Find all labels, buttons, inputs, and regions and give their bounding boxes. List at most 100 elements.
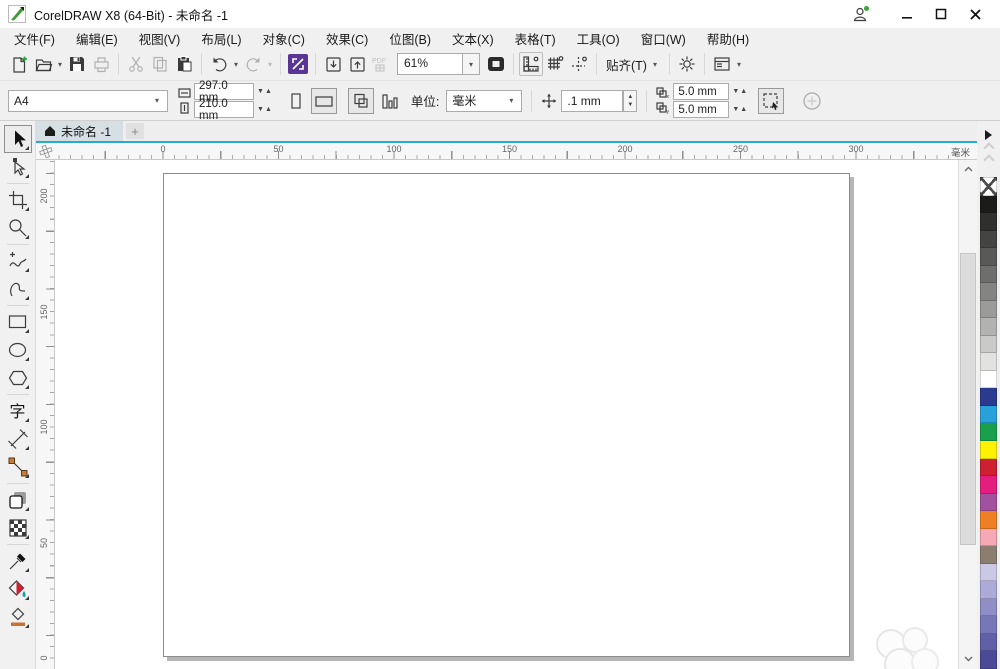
- menu-item-effects[interactable]: 效果(C): [326, 29, 368, 48]
- vertical-ruler[interactable]: 200 150 100 50 0: [36, 160, 55, 669]
- new-tab-button[interactable]: +: [126, 123, 145, 139]
- duplicate-y-spinner[interactable]: ▼ ▲: [729, 106, 750, 113]
- palette-swatch-f6a8b5[interactable]: [980, 528, 997, 547]
- page-height-spinner[interactable]: ▼ ▲: [254, 106, 275, 113]
- palette-swatch-605fa7[interactable]: [980, 633, 997, 652]
- portrait-button[interactable]: [283, 88, 309, 114]
- new-document-icon[interactable]: [7, 52, 31, 76]
- palette-swatch-ef7f23[interactable]: [980, 511, 997, 529]
- menu-item-view[interactable]: 视图(V): [139, 29, 181, 48]
- page-size-preset-combo[interactable]: A4 ▾: [8, 89, 168, 112]
- scrollbar-thumb[interactable]: [960, 253, 976, 545]
- copy-icon[interactable]: [148, 52, 172, 76]
- freehand-tool-icon[interactable]: [4, 247, 32, 275]
- palette-scroll-up-icon[interactable]: [982, 142, 995, 154]
- units-combo[interactable]: 毫米 ▾: [446, 89, 523, 112]
- duplicate-x-field[interactable]: 5.0 mm: [673, 83, 730, 100]
- maximize-button[interactable]: [924, 2, 958, 26]
- menu-item-table[interactable]: 表格(T): [515, 29, 556, 48]
- publish-pdf-icon[interactable]: PDF: [369, 52, 393, 76]
- show-grid-icon[interactable]: [543, 52, 567, 76]
- polygon-tool-icon[interactable]: [4, 364, 32, 392]
- palette-swatch-none[interactable]: [980, 177, 997, 196]
- menu-item-file[interactable]: 文件(F): [14, 29, 55, 48]
- parallel-dimension-tool-icon[interactable]: [4, 425, 32, 453]
- palette-swatch-848483[interactable]: [980, 283, 997, 301]
- palette-swatch-b2b2b1[interactable]: [980, 318, 997, 336]
- all-pages-button[interactable]: [347, 87, 374, 114]
- vertical-scrollbar[interactable]: [958, 160, 977, 669]
- palette-scroll-up2-icon[interactable]: [982, 154, 995, 166]
- nudge-distance-field[interactable]: .1 mm: [561, 89, 624, 112]
- treat-as-filled-button[interactable]: [758, 87, 785, 114]
- connector-tool-icon[interactable]: [4, 453, 32, 481]
- options-gear-icon[interactable]: [675, 52, 699, 76]
- palette-swatch-cbc8e6[interactable]: [980, 563, 997, 582]
- page-a4[interactable]: [163, 173, 850, 657]
- open-icon[interactable]: [31, 52, 55, 76]
- palette-swatch-6e6e6d[interactable]: [980, 265, 997, 284]
- menu-item-object[interactable]: 对象(C): [263, 29, 305, 48]
- palette-swatch-a2519e[interactable]: [980, 493, 997, 512]
- palette-swatch-4c4a98[interactable]: [980, 651, 997, 669]
- menu-item-window[interactable]: 窗口(W): [641, 29, 686, 48]
- nudge-spinner[interactable]: ▲ ▼: [623, 89, 638, 112]
- palette-swatch-8f8ec7[interactable]: [980, 598, 997, 617]
- drop-shadow-tool-icon[interactable]: [4, 486, 32, 514]
- page-height-field[interactable]: 210.0 mm: [194, 98, 254, 122]
- ruler-origin-icon[interactable]: [36, 143, 55, 159]
- palette-swatch-e2e2e1[interactable]: [980, 353, 997, 371]
- drawing-canvas[interactable]: [55, 160, 958, 669]
- print-icon[interactable]: [89, 52, 113, 76]
- zoom-tool-icon[interactable]: [4, 214, 32, 242]
- open-dropdown[interactable]: ▾: [55, 60, 65, 69]
- palette-swatch-acaad8[interactable]: [980, 581, 997, 599]
- save-icon[interactable]: [65, 52, 89, 76]
- palette-swatch-2b3a8f[interactable]: [980, 388, 997, 406]
- rectangle-tool-icon[interactable]: [4, 308, 32, 336]
- shape-tool-icon[interactable]: [4, 153, 32, 181]
- transparency-tool-icon[interactable]: [4, 514, 32, 542]
- minimize-button[interactable]: [890, 2, 924, 26]
- menu-item-help[interactable]: 帮助(H): [707, 29, 749, 48]
- zoom-level-dropdown[interactable]: ▾: [463, 53, 480, 75]
- palette-swatch-8b7e6f[interactable]: [980, 546, 997, 564]
- palette-swatch-7776b7[interactable]: [980, 616, 997, 634]
- close-button[interactable]: [958, 2, 992, 26]
- redo-dropdown[interactable]: ▾: [265, 60, 275, 69]
- cut-icon[interactable]: [124, 52, 148, 76]
- smart-fill-tool-icon[interactable]: [4, 575, 32, 603]
- palette-swatch-cf2031[interactable]: [980, 458, 997, 477]
- current-page-button[interactable]: [376, 88, 402, 114]
- pick-tool-icon[interactable]: [3, 125, 32, 153]
- color-eyedropper-tool-icon[interactable]: [4, 547, 32, 575]
- redo-icon[interactable]: [241, 52, 265, 76]
- palette-swatch-444442[interactable]: [980, 230, 997, 249]
- ellipse-tool-icon[interactable]: [4, 336, 32, 364]
- palette-swatch-9b9b9a[interactable]: [980, 300, 997, 319]
- palette-swatch-ffffff[interactable]: [980, 370, 997, 389]
- account-icon[interactable]: [846, 2, 876, 26]
- palette-swatch-595957[interactable]: [980, 248, 997, 266]
- palette-swatch-e41e7e[interactable]: [980, 476, 997, 494]
- text-tool-icon[interactable]: 字: [4, 397, 32, 425]
- palette-swatch-2f2f2d[interactable]: [980, 213, 997, 231]
- palette-swatch-fef200[interactable]: [980, 440, 997, 459]
- document-tab[interactable]: 未命名 -1: [36, 121, 124, 141]
- horizontal-ruler[interactable]: 毫米 0 50 100 150 200 250 300: [36, 143, 977, 160]
- palette-swatch-cacac9[interactable]: [980, 335, 997, 354]
- interactive-fill-tool-icon[interactable]: [4, 603, 32, 631]
- snap-to-button[interactable]: 贴齐(T) ▾: [602, 52, 664, 76]
- landscape-button[interactable]: [310, 87, 337, 114]
- menu-item-layout[interactable]: 布局(L): [201, 29, 241, 48]
- show-guidelines-icon[interactable]: [567, 52, 591, 76]
- palette-swatch-18a04b[interactable]: [980, 423, 997, 441]
- export-icon[interactable]: [345, 52, 369, 76]
- full-screen-preview-icon[interactable]: [484, 52, 508, 76]
- zoom-level-value[interactable]: 61%: [397, 53, 463, 75]
- paste-icon[interactable]: [172, 52, 196, 76]
- crop-tool-icon[interactable]: [4, 186, 32, 214]
- application-launcher-icon[interactable]: [286, 52, 310, 76]
- menu-item-bitmaps[interactable]: 位图(B): [389, 29, 431, 48]
- page-width-spinner[interactable]: ▼ ▲: [254, 88, 275, 95]
